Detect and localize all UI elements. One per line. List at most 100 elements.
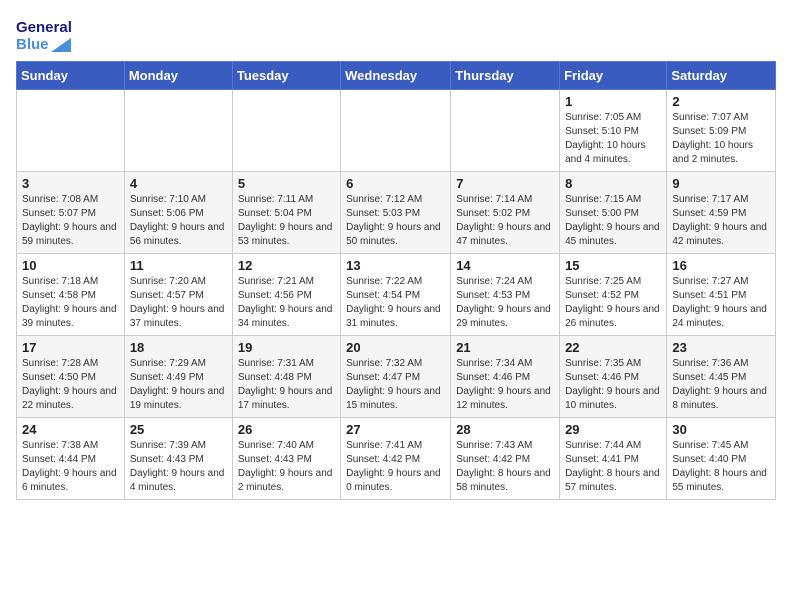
day-number: 16 bbox=[672, 258, 770, 273]
day-number: 6 bbox=[346, 176, 445, 191]
calendar-cell bbox=[451, 90, 560, 172]
day-header-monday: Monday bbox=[124, 62, 232, 90]
day-info: Sunrise: 7:18 AM Sunset: 4:58 PM Dayligh… bbox=[22, 275, 119, 331]
day-number: 5 bbox=[238, 176, 335, 191]
calendar-cell: 3 Sunrise: 7:08 AM Sunset: 5:07 PM Daylig… bbox=[17, 172, 125, 254]
logo-blue: Blue bbox=[16, 37, 72, 54]
day-info: Sunrise: 7:35 AM Sunset: 4:46 PM Dayligh… bbox=[565, 357, 661, 413]
calendar-cell: 15 Sunrise: 7:25 AM Sunset: 4:52 PM Dayli… bbox=[560, 254, 667, 336]
calendar-cell: 6 Sunrise: 7:12 AM Sunset: 5:03 PM Daylig… bbox=[341, 172, 451, 254]
calendar-cell: 21Sunrise: 7:34 AM Sunset: 4:46 PM Dayli… bbox=[451, 336, 560, 418]
day-number: 30 bbox=[672, 422, 770, 437]
day-number: 3 bbox=[22, 176, 119, 191]
calendar-cell: 2 Sunrise: 7:07 AM Sunset: 5:09 PM Daylig… bbox=[667, 90, 776, 172]
day-number: 15 bbox=[565, 258, 661, 273]
calendar-cell: 12Sunrise: 7:21 AM Sunset: 4:56 PM Dayli… bbox=[232, 254, 340, 336]
day-number: 27 bbox=[346, 422, 445, 437]
day-info: Sunrise: 7:41 AM Sunset: 4:42 PM Dayligh… bbox=[346, 439, 445, 495]
calendar-week-row: 24 Sunrise: 7:38 AM Sunset: 4:44 PM Dayli… bbox=[17, 418, 776, 500]
day-number: 19 bbox=[238, 340, 335, 355]
day-info: Sunrise: 7:43 AM Sunset: 4:42 PM Dayligh… bbox=[456, 439, 554, 495]
day-number: 20 bbox=[346, 340, 445, 355]
day-header-thursday: Thursday bbox=[451, 62, 560, 90]
day-number: 28 bbox=[456, 422, 554, 437]
calendar-cell: 29Sunrise: 7:44 AM Sunset: 4:41 PM Dayli… bbox=[560, 418, 667, 500]
calendar-week-row: 3 Sunrise: 7:08 AM Sunset: 5:07 PM Daylig… bbox=[17, 172, 776, 254]
day-header-friday: Friday bbox=[560, 62, 667, 90]
day-info: Sunrise: 7:12 AM Sunset: 5:03 PM Dayligh… bbox=[346, 193, 445, 249]
day-number: 12 bbox=[238, 258, 335, 273]
day-number: 26 bbox=[238, 422, 335, 437]
day-number: 25 bbox=[130, 422, 227, 437]
day-info: Sunrise: 7:08 AM Sunset: 5:07 PM Dayligh… bbox=[22, 193, 119, 249]
day-info: Sunrise: 7:22 AM Sunset: 4:54 PM Dayligh… bbox=[346, 275, 445, 331]
calendar-cell: 27 Sunrise: 7:41 AM Sunset: 4:42 PM Dayli… bbox=[341, 418, 451, 500]
calendar-cell: 11Sunrise: 7:20 AM Sunset: 4:57 PM Dayli… bbox=[124, 254, 232, 336]
day-number: 14 bbox=[456, 258, 554, 273]
calendar-cell: 30Sunrise: 7:45 AM Sunset: 4:40 PM Dayli… bbox=[667, 418, 776, 500]
day-info: Sunrise: 7:17 AM Sunset: 4:59 PM Dayligh… bbox=[672, 193, 770, 249]
calendar-cell: 7 Sunrise: 7:14 AM Sunset: 5:02 PM Daylig… bbox=[451, 172, 560, 254]
day-info: Sunrise: 7:14 AM Sunset: 5:02 PM Dayligh… bbox=[456, 193, 554, 249]
calendar-cell: 24 Sunrise: 7:38 AM Sunset: 4:44 PM Dayli… bbox=[17, 418, 125, 500]
day-info: Sunrise: 7:40 AM Sunset: 4:43 PM Dayligh… bbox=[238, 439, 335, 495]
day-info: Sunrise: 7:34 AM Sunset: 4:46 PM Dayligh… bbox=[456, 357, 554, 413]
day-number: 22 bbox=[565, 340, 661, 355]
day-number: 10 bbox=[22, 258, 119, 273]
calendar-cell: 17 Sunrise: 7:28 AM Sunset: 4:50 PM Dayli… bbox=[17, 336, 125, 418]
day-info: Sunrise: 7:29 AM Sunset: 4:49 PM Dayligh… bbox=[130, 357, 227, 413]
day-info: Sunrise: 7:32 AM Sunset: 4:47 PM Dayligh… bbox=[346, 357, 445, 413]
calendar-cell: 28 Sunrise: 7:43 AM Sunset: 4:42 PM Dayli… bbox=[451, 418, 560, 500]
calendar-cell bbox=[232, 90, 340, 172]
calendar-cell: 4 Sunrise: 7:10 AM Sunset: 5:06 PM Daylig… bbox=[124, 172, 232, 254]
calendar-cell: 19 Sunrise: 7:31 AM Sunset: 4:48 PM Dayli… bbox=[232, 336, 340, 418]
calendar-week-row: 17 Sunrise: 7:28 AM Sunset: 4:50 PM Dayli… bbox=[17, 336, 776, 418]
day-number: 24 bbox=[22, 422, 119, 437]
day-header-saturday: Saturday bbox=[667, 62, 776, 90]
day-number: 8 bbox=[565, 176, 661, 191]
day-info: Sunrise: 7:36 AM Sunset: 4:45 PM Dayligh… bbox=[672, 357, 770, 413]
calendar-cell bbox=[341, 90, 451, 172]
calendar-cell: 20 Sunrise: 7:32 AM Sunset: 4:47 PM Dayli… bbox=[341, 336, 451, 418]
day-header-wednesday: Wednesday bbox=[341, 62, 451, 90]
calendar-cell: 22 Sunrise: 7:35 AM Sunset: 4:46 PM Dayli… bbox=[560, 336, 667, 418]
day-number: 17 bbox=[22, 340, 119, 355]
day-number: 2 bbox=[672, 94, 770, 109]
day-info: Sunrise: 7:24 AM Sunset: 4:53 PM Dayligh… bbox=[456, 275, 554, 331]
calendar-header-row: SundayMondayTuesdayWednesdayThursdayFrid… bbox=[17, 62, 776, 90]
calendar-cell: 18Sunrise: 7:29 AM Sunset: 4:49 PM Dayli… bbox=[124, 336, 232, 418]
day-info: Sunrise: 7:11 AM Sunset: 5:04 PM Dayligh… bbox=[238, 193, 335, 249]
calendar-cell: 14 Sunrise: 7:24 AM Sunset: 4:53 PM Dayli… bbox=[451, 254, 560, 336]
day-info: Sunrise: 7:27 AM Sunset: 4:51 PM Dayligh… bbox=[672, 275, 770, 331]
day-number: 4 bbox=[130, 176, 227, 191]
day-number: 23 bbox=[672, 340, 770, 355]
calendar-cell: 1Sunrise: 7:05 AM Sunset: 5:10 PM Daylig… bbox=[560, 90, 667, 172]
calendar-cell: 26 Sunrise: 7:40 AM Sunset: 4:43 PM Dayli… bbox=[232, 418, 340, 500]
day-info: Sunrise: 7:39 AM Sunset: 4:43 PM Dayligh… bbox=[130, 439, 227, 495]
day-info: Sunrise: 7:38 AM Sunset: 4:44 PM Dayligh… bbox=[22, 439, 119, 495]
day-info: Sunrise: 7:05 AM Sunset: 5:10 PM Dayligh… bbox=[565, 111, 661, 167]
day-info: Sunrise: 7:07 AM Sunset: 5:09 PM Dayligh… bbox=[672, 111, 770, 167]
logo-arrow-icon bbox=[51, 38, 71, 52]
day-info: Sunrise: 7:31 AM Sunset: 4:48 PM Dayligh… bbox=[238, 357, 335, 413]
calendar-week-row: 1Sunrise: 7:05 AM Sunset: 5:10 PM Daylig… bbox=[17, 90, 776, 172]
day-info: Sunrise: 7:10 AM Sunset: 5:06 PM Dayligh… bbox=[130, 193, 227, 249]
calendar-week-row: 10 Sunrise: 7:18 AM Sunset: 4:58 PM Dayli… bbox=[17, 254, 776, 336]
logo-general: General bbox=[16, 20, 72, 37]
calendar-cell: 13 Sunrise: 7:22 AM Sunset: 4:54 PM Dayli… bbox=[341, 254, 451, 336]
page-header: General Blue bbox=[16, 16, 776, 53]
calendar-table: SundayMondayTuesdayWednesdayThursdayFrid… bbox=[16, 61, 776, 500]
day-number: 11 bbox=[130, 258, 227, 273]
calendar-cell bbox=[17, 90, 125, 172]
day-header-tuesday: Tuesday bbox=[232, 62, 340, 90]
day-number: 13 bbox=[346, 258, 445, 273]
logo-container: General Blue bbox=[16, 20, 72, 53]
calendar-cell: 16 Sunrise: 7:27 AM Sunset: 4:51 PM Dayli… bbox=[667, 254, 776, 336]
calendar-cell: 25 Sunrise: 7:39 AM Sunset: 4:43 PM Dayli… bbox=[124, 418, 232, 500]
calendar-cell: 23 Sunrise: 7:36 AM Sunset: 4:45 PM Dayli… bbox=[667, 336, 776, 418]
day-info: Sunrise: 7:15 AM Sunset: 5:00 PM Dayligh… bbox=[565, 193, 661, 249]
day-number: 7 bbox=[456, 176, 554, 191]
day-info: Sunrise: 7:28 AM Sunset: 4:50 PM Dayligh… bbox=[22, 357, 119, 413]
day-info: Sunrise: 7:25 AM Sunset: 4:52 PM Dayligh… bbox=[565, 275, 661, 331]
calendar-cell: 9Sunrise: 7:17 AM Sunset: 4:59 PM Daylig… bbox=[667, 172, 776, 254]
